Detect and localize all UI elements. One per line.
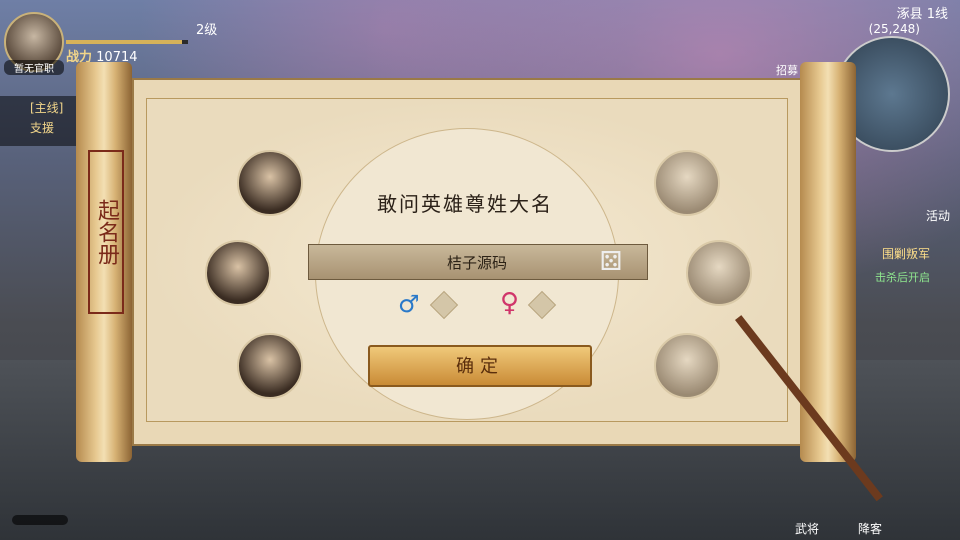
random-name-dice-icon[interactable]: ⚄ [596,247,626,277]
respawn-status: 击杀后开启 [875,271,930,284]
male-portrait-1[interactable] [237,150,303,216]
male-portrait-2[interactable] [205,240,271,306]
map-coordinates: (25,248) [868,22,920,36]
male-portrait-3[interactable] [237,333,303,399]
activity-button[interactable]: 活动 [926,207,950,224]
female-portrait-3[interactable] [654,333,720,399]
battery-indicator [12,515,68,525]
server-line: 涿县 1线 [896,7,948,22]
recruit-button[interactable]: 招募 [776,62,798,78]
female-portrait-1[interactable] [654,150,720,216]
naming-book-seal: 起名册 [88,150,124,314]
generals-button[interactable]: 武将 [795,520,819,537]
player-level: 2级 [196,23,218,38]
surrender-button[interactable]: 降客 [858,520,882,537]
official-rank-label: 暂无官职 [4,60,64,75]
name-input[interactable] [330,244,624,282]
female-symbol-icon[interactable]: ♀ [500,288,519,318]
confirm-button[interactable]: 确定 [368,345,592,387]
male-symbol-icon[interactable]: ♂ [398,290,420,318]
rebel-event-label[interactable]: 围剿叛军 [882,245,930,262]
experience-bar [66,40,188,44]
dialog-title: 敢问英雄尊姓大名 [377,192,553,216]
experience-fill [66,40,182,44]
female-portrait-2[interactable] [686,240,752,306]
